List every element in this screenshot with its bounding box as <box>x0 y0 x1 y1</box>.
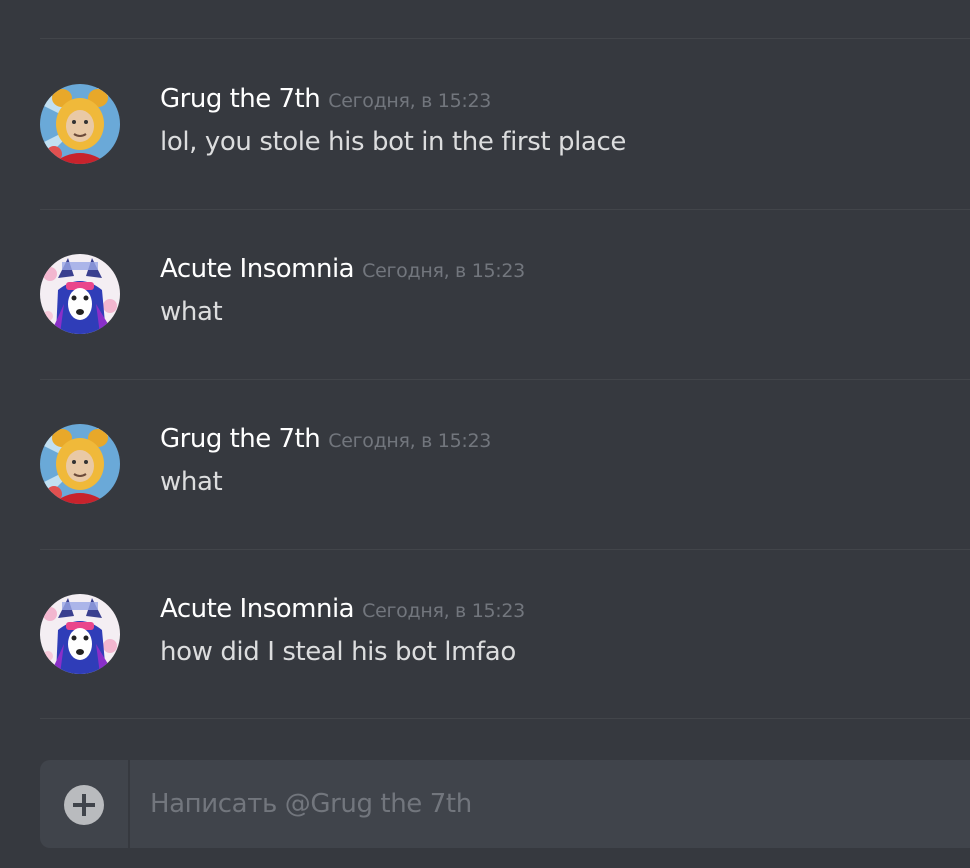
chat-window: Grug the 7th Сегодня, в 15:23 lol, you st… <box>0 0 970 868</box>
message-item: Grug the 7th Сегодня, в 15:23 what <box>0 379 970 549</box>
message-timestamp: Сегодня, в 15:23 <box>362 600 525 622</box>
message-timestamp: Сегодня, в 15:23 <box>362 260 525 282</box>
message-content: how did I steal his bot lmfao <box>160 637 516 667</box>
message-content: what <box>160 467 223 497</box>
message-timestamp: Сегодня, в 15:23 <box>328 90 492 112</box>
pooh-avatar-icon <box>40 84 120 164</box>
wolf-anime-avatar-icon <box>40 594 120 674</box>
message-timestamp: Сегодня, в 15:23 <box>328 430 492 452</box>
avatar[interactable] <box>40 84 120 164</box>
message-content: lol, you stole his bot in the first plac… <box>160 127 626 157</box>
attach-area <box>40 760 130 848</box>
plus-circle-icon <box>73 794 95 816</box>
message-item: Acute Insomnia Сегодня, в 15:23 how did I… <box>0 549 970 719</box>
message-item: Grug the 7th Сегодня, в 15:23 lol, you st… <box>0 39 970 209</box>
pooh-avatar-icon <box>40 424 120 504</box>
author-name[interactable]: Acute Insomnia <box>160 594 355 624</box>
avatar[interactable] <box>40 254 120 334</box>
message-content: what <box>160 297 223 327</box>
message-divider <box>40 718 970 719</box>
avatar[interactable] <box>40 424 120 504</box>
author-name[interactable]: Grug the 7th <box>160 84 321 114</box>
message-header: Acute Insomnia Сегодня, в 15:23 <box>160 252 525 289</box>
message-composer <box>40 760 970 848</box>
avatar[interactable] <box>40 594 120 674</box>
message-item: Acute Insomnia Сегодня, в 15:23 what <box>0 209 970 379</box>
author-name[interactable]: Grug the 7th <box>160 424 321 454</box>
message-header: Acute Insomnia Сегодня, в 15:23 <box>160 592 525 629</box>
author-name[interactable]: Acute Insomnia <box>160 254 355 284</box>
message-input[interactable] <box>132 760 952 848</box>
wolf-anime-avatar-icon <box>40 254 120 334</box>
attach-button[interactable] <box>64 785 104 825</box>
message-header: Grug the 7th Сегодня, в 15:23 <box>160 82 491 119</box>
message-header: Grug the 7th Сегодня, в 15:23 <box>160 422 491 459</box>
